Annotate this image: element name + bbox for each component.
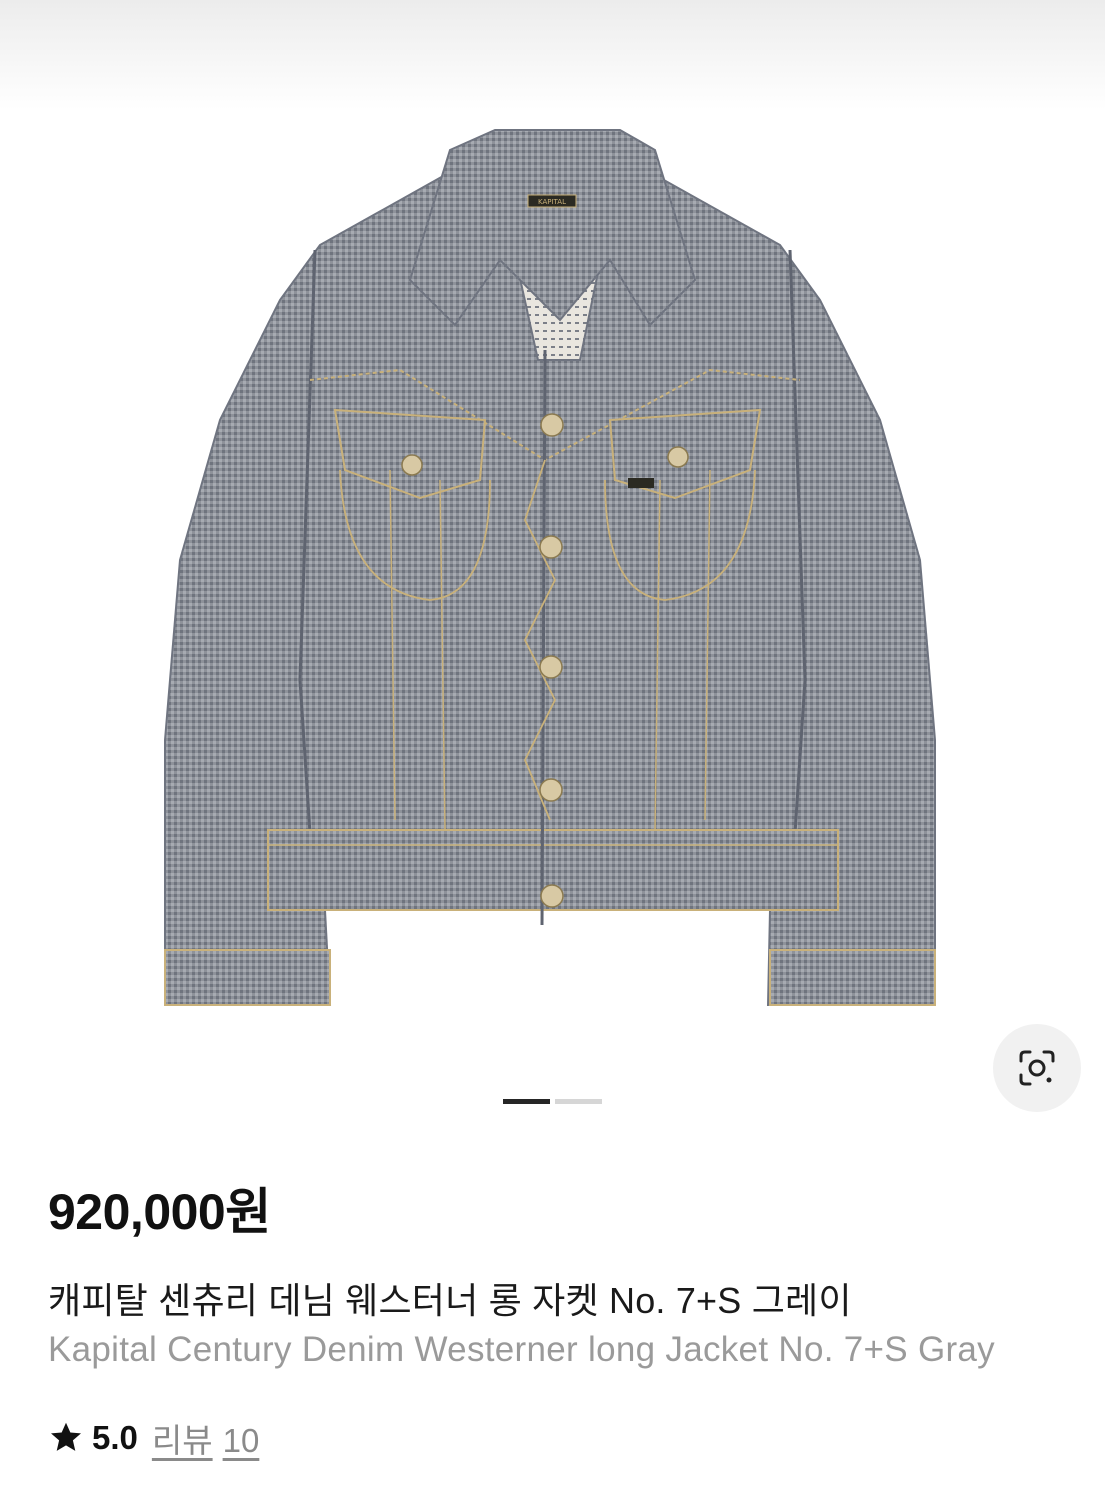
star-icon: [51, 1422, 81, 1451]
image-search-icon: [1019, 1050, 1055, 1086]
jacket-illustration: KAPITAL: [164, 129, 936, 1007]
pager-indicator-active[interactable]: [503, 1099, 550, 1104]
rating-value: 5.0: [92, 1419, 138, 1456]
top-bar-shadow: [0, 0, 1105, 110]
pager-indicator[interactable]: [555, 1099, 602, 1104]
review-link[interactable]: 리뷰 10: [152, 1414, 259, 1462]
product-title-english: Kapital Century Denim Westerner long Jac…: [48, 1330, 1105, 1370]
product-title-korean: 캐피탈 센츄리 데님 웨스터너 롱 자켓 No. 7+S 그레이: [48, 1280, 852, 1321]
review-count: 10: [222, 1422, 260, 1459]
review-label: 리뷰: [151, 1422, 213, 1459]
image-pager: [503, 1099, 602, 1104]
image-search-button[interactable]: [993, 1024, 1081, 1112]
rating-row: 5.0 리뷰 10: [48, 1414, 259, 1462]
product-price: 920,000원: [48, 1184, 271, 1240]
product-image[interactable]: KAPITAL: [150, 120, 955, 1050]
brand-label: KAPITAL: [538, 198, 566, 206]
